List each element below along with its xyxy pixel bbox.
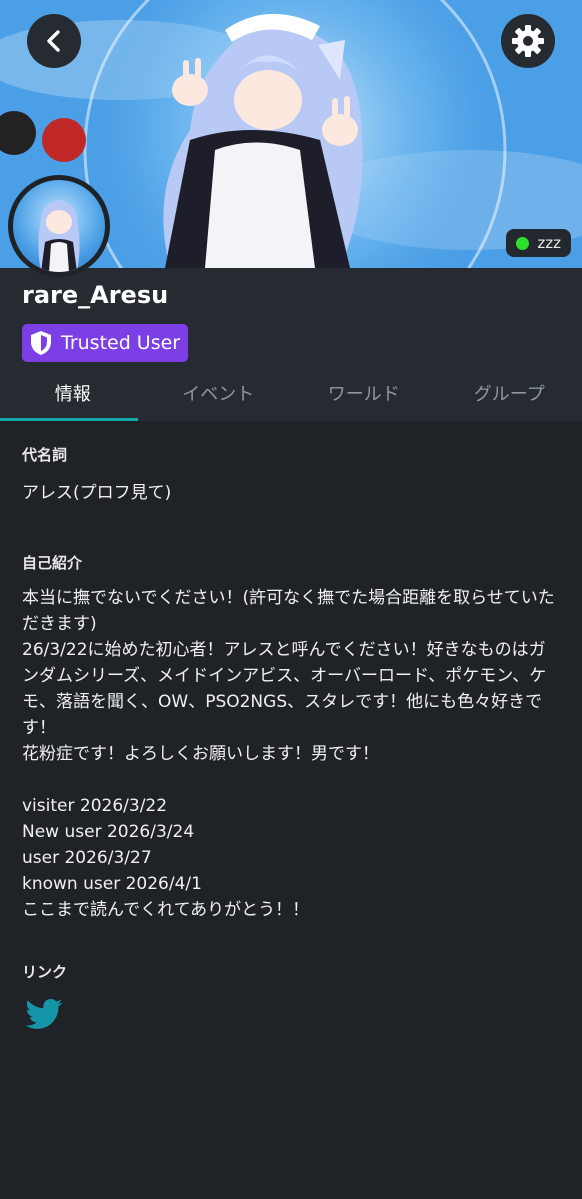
- avatar-art: [38, 200, 80, 272]
- bio-title: 自己紹介: [22, 554, 83, 572]
- tab-events[interactable]: イベント: [146, 364, 292, 421]
- chevron-left-icon: [47, 30, 60, 52]
- status-dot: [516, 236, 530, 250]
- twitter-icon: [25, 999, 63, 1029]
- trust-rank-badge: Trusted User: [22, 324, 189, 362]
- trust-rank-label: Trusted User: [61, 332, 181, 354]
- pronouns-title: 代名詞: [22, 446, 68, 464]
- profile-header: rare_Aresu Trusted User: [0, 268, 582, 364]
- avatar-image: [13, 180, 105, 272]
- gear-icon: [512, 25, 544, 57]
- bio-text: 本当に撫でないでください！(許可なく撫でた場合距離を取らせていただきます) 26…: [22, 588, 555, 920]
- status-pill: zzz: [506, 229, 571, 257]
- pronouns-value: アレス(プロフ見て): [22, 483, 172, 503]
- info-panel: 代名詞 アレス(プロフ見て) 自己紹介 本当に撫でないでください！(許可なく撫で…: [0, 421, 582, 1039]
- tab-groups[interactable]: グループ: [437, 364, 582, 421]
- back-button[interactable]: [27, 14, 81, 68]
- shield-icon: [31, 331, 51, 355]
- avatar[interactable]: [8, 175, 110, 277]
- tab-info[interactable]: 情報: [0, 364, 146, 421]
- username: rare_Aresu: [22, 281, 169, 309]
- profile-tabs: 情報 イベント ワールド グループ: [0, 364, 582, 421]
- settings-button[interactable]: [501, 14, 555, 68]
- links-title: リンク: [22, 963, 68, 981]
- status-text: zzz: [537, 234, 561, 252]
- tab-worlds[interactable]: ワールド: [291, 364, 437, 421]
- link-twitter[interactable]: [22, 982, 560, 1039]
